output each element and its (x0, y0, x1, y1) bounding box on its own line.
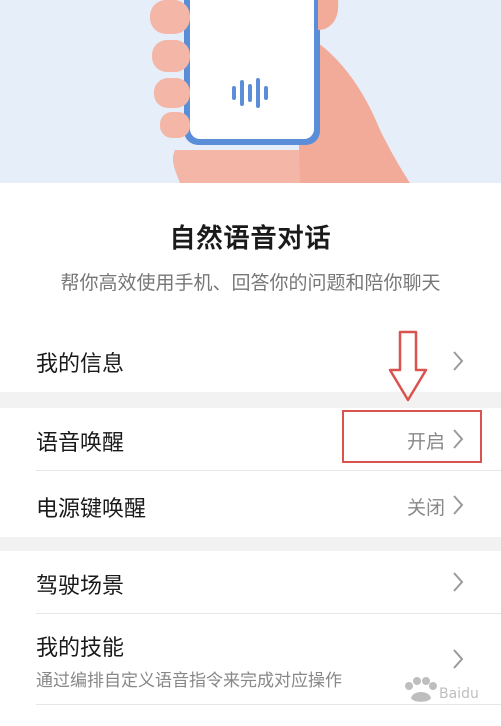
hand-holding-phone-illustration (150, 0, 410, 183)
page-subtitle: 帮你高效使用手机、回答你的问题和陪你聊天 (60, 272, 441, 294)
voice-assistant-settings-page: 自然语音对话 帮你高效使用手机、回答你的问题和陪你聊天 我的信息 语音唤醒 开启… (0, 0, 501, 726)
power-key-wakeup-row[interactable]: 电源键唤醒 关闭 (0, 471, 501, 537)
driving-scene-row[interactable]: 驾驶场景 (0, 551, 501, 613)
annotation-down-arrow-icon (388, 330, 428, 402)
baidu-jingyan-watermark: Baidu (405, 677, 479, 702)
section-gap (0, 537, 501, 551)
chevron-right-icon (453, 495, 464, 515)
hero-illustration (0, 0, 501, 183)
annotation-highlight-box (342, 410, 482, 463)
page-title: 自然语音对话 (169, 224, 332, 254)
voice-wakeup-label: 语音唤醒 (36, 431, 125, 456)
chevron-right-icon (453, 649, 464, 669)
driving-scene-label: 驾驶场景 (36, 574, 125, 599)
power-key-wakeup-status: 关闭 (406, 497, 445, 519)
my-info-label: 我的信息 (36, 352, 125, 377)
my-skills-description: 通过编排自定义语音指令来完成对应操作 (36, 671, 342, 691)
my-skills-label: 我的技能 (36, 636, 125, 661)
power-key-wakeup-label: 电源键唤醒 (36, 497, 147, 522)
svg-text:Baidu: Baidu (439, 686, 479, 702)
chevron-right-icon (453, 572, 464, 592)
chevron-right-icon (453, 351, 464, 371)
